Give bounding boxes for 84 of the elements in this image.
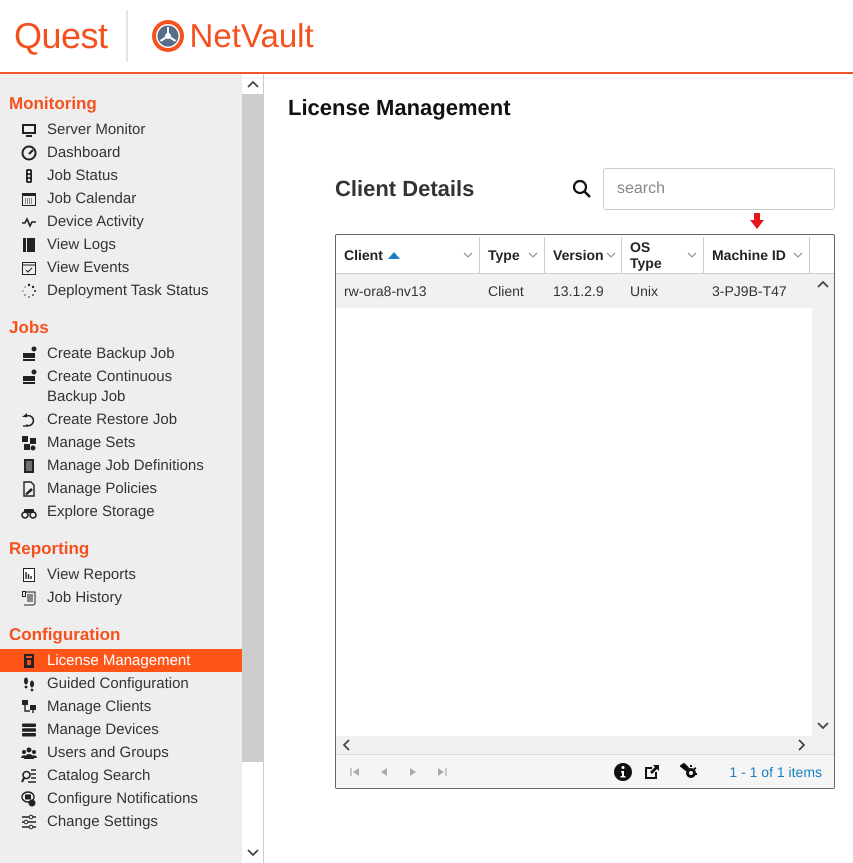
drive-icon <box>21 346 37 362</box>
footprints-icon <box>21 676 37 692</box>
search-field[interactable]: search <box>603 168 835 210</box>
table-cell-text: 13.1.2.9 <box>552 282 605 301</box>
gauge-icon <box>21 144 37 160</box>
external-link-icon[interactable] <box>643 762 662 780</box>
nav-item[interactable]: Device Activity <box>0 210 242 233</box>
nav-item[interactable]: Manage Sets <box>0 431 242 454</box>
search-list-icon <box>21 768 37 784</box>
table-cell-text: Client <box>487 282 525 301</box>
nav-item[interactable]: Explore Storage <box>0 500 242 523</box>
wrench-gear-icon[interactable] <box>680 762 698 780</box>
table-cell-text: Unix <box>629 282 660 301</box>
calendar-check-icon <box>21 260 37 276</box>
nav-item[interactable]: Create Restore Job <box>0 408 242 431</box>
nav-item[interactable]: Users and Groups <box>0 741 242 764</box>
table-cell-text: rw-ora8-nv13 <box>343 282 428 301</box>
search-icon[interactable] <box>572 179 592 199</box>
pager-summary: 1 - 1 of 1 items <box>729 764 822 780</box>
section-heading: Jobs <box>8 317 50 339</box>
column-header[interactable]: Machine ID <box>704 237 810 273</box>
nav-item[interactable]: Manage Devices <box>0 718 242 741</box>
scroll-down-icon[interactable] <box>817 722 829 730</box>
dropdown-caret-icon[interactable] <box>793 252 803 258</box>
nav-item[interactable]: Change Settings <box>0 810 242 833</box>
sliders-icon <box>21 814 37 830</box>
brand-logo-text: Quest <box>14 15 108 57</box>
nav-item[interactable]: View Logs <box>0 233 242 256</box>
monitor-icon <box>21 122 37 138</box>
network-icon <box>21 698 37 714</box>
document-icon <box>21 480 37 496</box>
nav-item[interactable]: View Reports <box>0 563 242 586</box>
nav-item[interactable]: Server Monitor <box>0 118 242 141</box>
report-icon <box>21 566 37 582</box>
panel-title: Client Details <box>335 175 476 203</box>
info-icon[interactable] <box>614 762 632 780</box>
dropdown-caret-icon[interactable] <box>528 252 538 258</box>
nav-item[interactable]: Catalog Search <box>0 764 242 787</box>
nav-item[interactable]: Job Status <box>0 164 242 187</box>
book-icon <box>21 236 37 252</box>
dropdown-caret-icon[interactable] <box>606 252 616 258</box>
puzzle-icon <box>21 434 37 450</box>
column-header[interactable]: Client <box>336 237 480 273</box>
nav-item[interactable]: Configure Notifications <box>0 787 242 810</box>
vault-logo-icon <box>150 18 186 54</box>
scroll-icon <box>21 590 37 606</box>
nav-item[interactable]: Deployment Task Status <box>0 279 242 302</box>
chat-icon <box>21 790 37 806</box>
nav-item[interactable]: Guided Configuration <box>0 672 242 695</box>
column-header[interactable]: Version <box>545 237 622 273</box>
scroll-up-icon[interactable] <box>817 280 829 288</box>
dropdown-caret-icon[interactable] <box>463 252 473 258</box>
product-logo-text: NetVault <box>190 17 314 55</box>
nav-item[interactable]: Create Backup Job <box>0 342 242 365</box>
document-icon <box>21 458 37 474</box>
scroll-left-icon[interactable] <box>342 739 350 751</box>
section-heading: Reporting <box>8 538 90 560</box>
calendar-icon <box>21 190 37 206</box>
page-title: License Management <box>288 94 512 122</box>
table-cell-text: 3-PJ9B-T47 <box>711 282 788 301</box>
nav-item[interactable]: Job Calendar <box>0 187 242 210</box>
dotted-circle-icon <box>21 282 37 298</box>
restore-icon <box>21 412 37 428</box>
scroll-down-icon[interactable] <box>246 849 258 857</box>
nav-item[interactable]: Job History <box>0 586 242 609</box>
nav-item[interactable]: Create Continuous Backup Job <box>0 365 242 408</box>
server-icon <box>21 722 37 738</box>
nav-item[interactable]: View Events <box>0 256 242 279</box>
nav-item[interactable]: Dashboard <box>0 141 242 164</box>
scroll-up-icon[interactable] <box>246 80 258 88</box>
users-icon <box>21 744 37 760</box>
scrollbar-thumb[interactable] <box>242 94 263 762</box>
down-arrow-icon <box>749 213 765 229</box>
nav-item[interactable]: Manage Clients <box>0 695 242 718</box>
column-header[interactable]: OS Type <box>622 237 704 273</box>
license-icon <box>21 652 37 668</box>
nav-item[interactable]: Manage Policies <box>0 477 242 500</box>
dropdown-caret-icon[interactable] <box>687 252 697 258</box>
column-header[interactable]: Type <box>480 237 545 273</box>
section-heading: Configuration <box>8 624 122 646</box>
nav-item[interactable]: Manage Job Definitions <box>0 454 242 477</box>
scroll-right-icon[interactable] <box>798 739 806 751</box>
section-heading: Monitoring <box>8 93 98 115</box>
drive-icon <box>21 368 37 384</box>
